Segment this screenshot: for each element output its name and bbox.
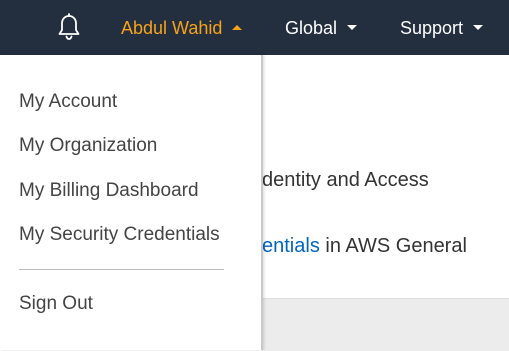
sign-out-button[interactable]: Sign Out <box>19 292 93 316</box>
menu-item-my-organization[interactable]: My Organization <box>19 134 157 158</box>
caret-down-icon <box>347 24 358 30</box>
page-text-fragment: in AWS General <box>319 235 467 257</box>
menu-divider <box>19 269 224 270</box>
region-menu-button[interactable]: Global <box>285 17 358 39</box>
caret-up-icon <box>232 24 243 30</box>
account-dropdown-menu: My Account My Organization My Billing Da… <box>0 55 263 350</box>
menu-item-my-account[interactable]: My Account <box>19 90 117 114</box>
page-text-line: dentity and Access <box>262 169 429 191</box>
page-text-line: entials in AWS General <box>262 234 467 258</box>
menu-item-my-security-credentials[interactable]: My Security Credentials <box>19 223 220 247</box>
credentials-link[interactable]: entials <box>262 235 320 257</box>
account-name: Abdul Wahid <box>121 18 223 38</box>
region-label: Global <box>285 18 338 38</box>
caret-down-icon <box>473 24 484 30</box>
top-navigation-bar: Abdul Wahid Global Support <box>0 0 509 55</box>
menu-item-my-billing-dashboard[interactable]: My Billing Dashboard <box>19 179 199 203</box>
support-menu-button[interactable]: Support <box>400 17 484 39</box>
account-menu-button[interactable]: Abdul Wahid <box>121 17 243 39</box>
page-footer-panel <box>262 298 509 351</box>
support-label: Support <box>400 18 464 38</box>
bell-icon[interactable] <box>56 13 82 41</box>
